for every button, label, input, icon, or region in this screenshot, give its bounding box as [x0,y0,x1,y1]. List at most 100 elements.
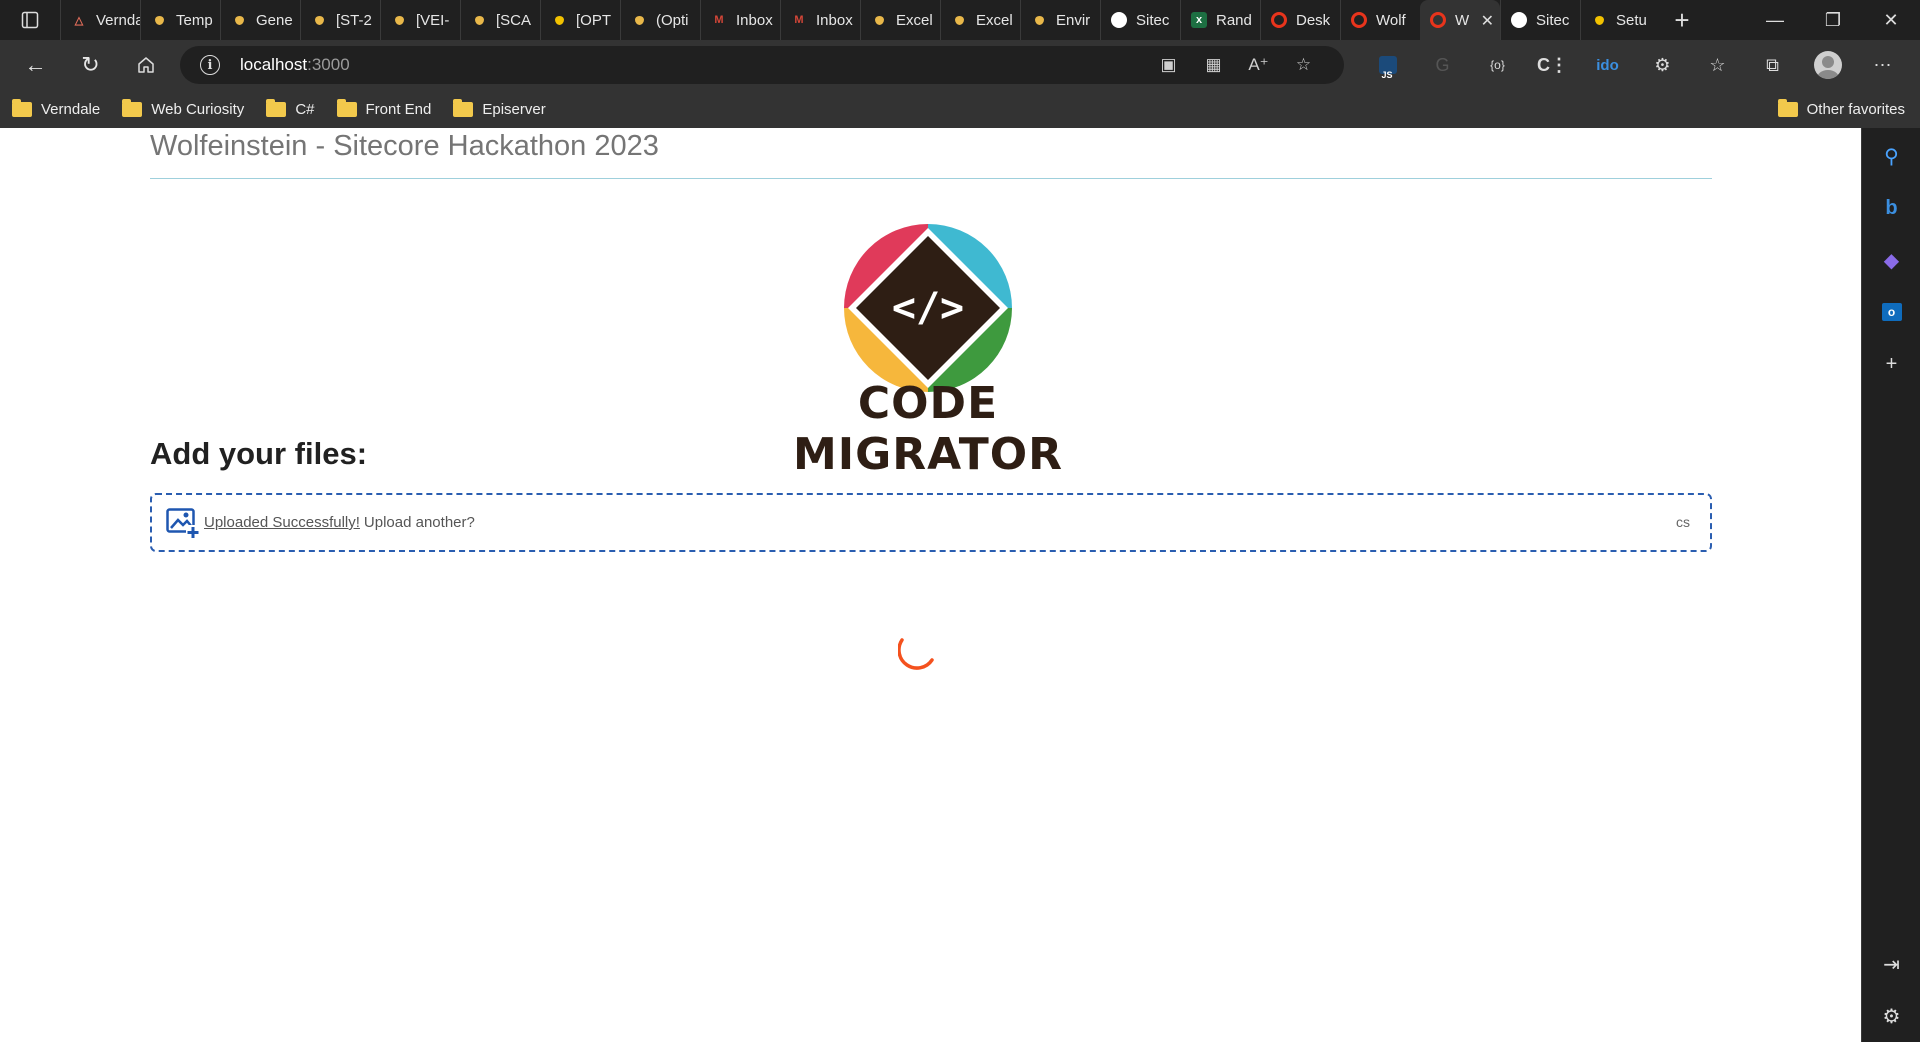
browser-tab[interactable]: Temp [140,0,220,40]
grammarly-extension-button[interactable]: G [1415,40,1470,90]
settings-more-button[interactable]: ⋯ [1855,40,1910,90]
uploaded-successfully-link[interactable]: Uploaded Successfully! [204,514,360,531]
site-icon [155,15,164,25]
browser-tab[interactable]: (Opti [620,0,700,40]
browser-tab[interactable]: Setu [1580,0,1660,40]
c-extension-button[interactable]: C⋮ [1525,40,1580,90]
close-tab-icon[interactable]: ✕ [1481,11,1494,31]
sidebar-office-button[interactable]: ◆ [1862,234,1920,286]
sidebar-add-button[interactable]: + [1862,338,1920,390]
browser-tab[interactable]: M Inbox [780,0,860,40]
file-dropzone[interactable]: Uploaded Successfully! Upload another? c… [150,493,1712,552]
favorites-button[interactable]: ☆ [1690,40,1745,90]
bookmark-label: C# [295,100,315,118]
tab-title: Wolf [1376,11,1406,29]
folder-icon [1777,98,1798,117]
browser-tab[interactable]: M Inbox [700,0,780,40]
tab-actions-icon [21,11,39,29]
profile-button[interactable] [1800,40,1855,90]
folder-icon [12,98,32,117]
browser-tab[interactable]: x Rand [1180,0,1260,40]
title-divider [150,178,1712,179]
other-favorites[interactable]: Other favorites [1777,90,1905,128]
read-aloud-icon[interactable]: A⁺ [1236,55,1281,75]
add-favorite-icon[interactable]: ☆ [1281,55,1326,75]
refresh-button[interactable]: ↻ [63,45,118,85]
site-info-icon[interactable]: i [200,55,220,75]
browser-tab[interactable]: [OPT [540,0,620,40]
app-available-icon[interactable]: ▣ [1146,55,1191,75]
url-text[interactable]: localhost:3000 [240,55,350,75]
restore-button[interactable]: ❐ [1804,0,1862,40]
ido-extension-button[interactable]: ido [1580,40,1635,90]
bookmark-label: Front End [365,100,432,118]
bookmark-folder[interactable]: Front End [336,98,432,118]
bookmark-folder[interactable]: C# [266,98,315,118]
sidebar-hide-button[interactable]: ⇥ [1862,938,1920,990]
site-icon [1035,15,1044,25]
browser-tab[interactable]: Sitec [1100,0,1180,40]
close-window-button[interactable]: ✕ [1862,0,1920,40]
site-icon [475,15,484,25]
collections-button[interactable]: ⧉ [1745,40,1800,90]
browser-tab[interactable]: Sitec [1500,0,1580,40]
folder-icon [336,98,357,117]
search-icon: ⚲ [1884,145,1899,168]
tab-title: [SCA [496,11,532,29]
browser-tab[interactable]: [ST-2 [300,0,380,40]
json-extension-button[interactable]: {o} [1470,40,1525,90]
bookmark-label: Verndale [41,100,101,118]
puzzle-icon: ⚙ [1654,54,1671,75]
extensions-toolbar: G {o} C⋮ ido ⚙ ☆ ⧉ ⋯ [1360,40,1910,90]
verndale-icon: △ [74,14,84,27]
tab-title: Verndale [96,11,140,29]
browser-tab[interactable]: [SCA [460,0,540,40]
window-controls: — ❐ ✕ [1746,0,1920,40]
url-host: localhost [240,55,308,74]
browser-tab[interactable]: Gene [220,0,300,40]
bookmark-folder[interactable]: Verndale [12,98,101,118]
sidebar-bing-button[interactable]: b [1862,182,1920,234]
browser-tab[interactable]: Excel [940,0,1020,40]
new-tab-button[interactable]: + [1660,0,1704,40]
browser-tab[interactable]: △ Verndale [60,0,140,40]
bookmark-folder[interactable]: Web Curiosity [122,98,244,118]
browser-tab[interactable]: [VEI- [380,0,460,40]
tab-title: Desk [1296,11,1331,29]
folder-icon [453,98,474,117]
extensions-button[interactable]: ⚙ [1635,40,1690,90]
home-icon [137,57,154,73]
minimize-button[interactable]: — [1746,0,1804,40]
logo-code-glyph: </> [892,285,964,331]
browser-tab[interactable]: Excel [860,0,940,40]
back-button[interactable]: ← [8,45,63,85]
sidebar-outlook-button[interactable]: o [1862,286,1920,338]
upload-another-text: Upload another? [363,514,475,531]
browser-tab[interactable]: Wolf [1340,0,1420,40]
browser-tab[interactable]: Desk [1260,0,1340,40]
tab-title: Gene [256,11,293,29]
github-icon [1511,12,1527,28]
tab-list: △ Verndale Temp Gene [ST-2 [VEI- [SCA [OPT (Opti… [60,0,1660,40]
favorites-icon: ☆ [1709,54,1726,75]
tab-actions-button[interactable] [0,0,60,40]
site-icon [875,15,884,25]
sidebar-settings-button[interactable]: ⚙ [1862,990,1920,1042]
url-port: :3000 [307,55,350,74]
navigation-bar: ← ↻ i localhost:3000 ▣ ▦ A⁺ ☆ G {o} C⋮ i… [0,40,1920,90]
github-icon [1111,12,1127,28]
browser-tab[interactable]: W ✕ [1420,0,1500,40]
address-bar[interactable]: i localhost:3000 ▣ ▦ A⁺ ☆ [180,46,1344,84]
qr-code-icon[interactable]: ▦ [1191,55,1236,75]
site-icon [235,15,244,25]
browser-tab[interactable]: Envir [1020,0,1100,40]
tab-title: Excel [896,11,933,29]
sidebar-search-button[interactable]: ⚲ [1862,130,1920,182]
opera-icon [1430,12,1446,28]
tab-title: W [1455,11,1470,29]
home-button[interactable] [118,45,173,85]
bookmark-folder[interactable]: Episerver [453,98,546,118]
tab-title: Excel [976,11,1013,29]
back-arrow-icon: ← [24,52,47,77]
site-icon [315,15,324,25]
